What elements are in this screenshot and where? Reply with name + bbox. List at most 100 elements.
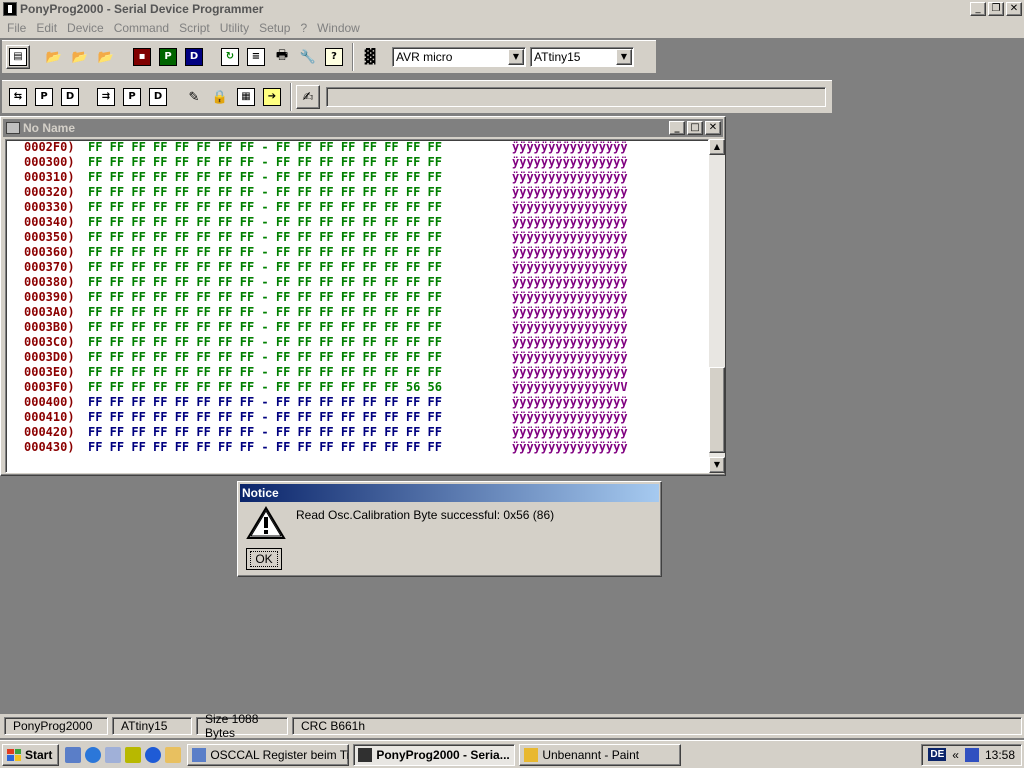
editor-maximize-button[interactable]: □ (687, 121, 703, 135)
hex-bytes[interactable]: FF FF FF FF FF FF FF FF - FF FF FF FF FF… (88, 275, 442, 290)
next-button[interactable]: ➔ (260, 85, 284, 109)
hex-bytes[interactable]: FF FF FF FF FF FF FF FF - FF FF FF FF FF… (88, 200, 442, 215)
hex-bytes[interactable]: FF FF FF FF FF FF FF FF - FF FF FF FF FF… (88, 215, 442, 230)
hex-row[interactable]: 000300) FF FF FF FF FF FF FF FF - FF FF F… (6, 155, 706, 170)
hex-view[interactable]: 0002F0) FF FF FF FF FF FF FF FF - FF FF F… (5, 139, 709, 473)
read-all-button[interactable]: ⇆ (6, 85, 30, 109)
reload-button[interactable]: ↻ (218, 45, 242, 69)
hex-row[interactable]: 0003F0) FF FF FF FF FF FF FF FF - FF FF F… (6, 380, 706, 395)
menu-script[interactable]: Script (174, 21, 215, 35)
hex-row[interactable]: 0002F0) FF FF FF FF FF FF FF FF - FF FF F… (6, 140, 706, 155)
save-button[interactable]: ▪ (130, 45, 154, 69)
hex-bytes[interactable]: FF FF FF FF FF FF FF FF - FF FF FF FF FF… (88, 425, 442, 440)
read-data-button[interactable]: D (58, 85, 82, 109)
internet-explorer-icon[interactable] (85, 746, 102, 763)
hex-row[interactable]: 0003B0) FF FF FF FF FF FF FF FF - FF FF F… (6, 320, 706, 335)
start-button[interactable]: Start (2, 743, 60, 766)
hex-bytes[interactable]: FF FF FF FF FF FF FF FF - FF FF FF FF FF… (88, 185, 442, 200)
hex-ascii[interactable]: ÿÿÿÿÿÿÿÿÿÿÿÿÿÿÿÿ (512, 395, 628, 410)
hex-row[interactable]: 0003E0) FF FF FF FF FF FF FF FF - FF FF F… (6, 365, 706, 380)
hex-bytes[interactable]: FF FF FF FF FF FF FF FF - FF FF FF FF FF… (88, 380, 442, 395)
restore-button[interactable]: ❐ (988, 2, 1004, 16)
hex-ascii[interactable]: ÿÿÿÿÿÿÿÿÿÿÿÿÿÿÿÿ (512, 155, 628, 170)
desktop-icon[interactable] (65, 746, 82, 763)
vertical-scrollbar[interactable]: ▲ ▼ (709, 139, 725, 473)
save-data-button[interactable]: D (182, 45, 206, 69)
hex-row[interactable]: 000390) FF FF FF FF FF FF FF FF - FF FF F… (6, 290, 706, 305)
hex-row[interactable]: 000350) FF FF FF FF FF FF FF FF - FF FF F… (6, 230, 706, 245)
hex-bytes[interactable]: FF FF FF FF FF FF FF FF - FF FF FF FF FF… (88, 245, 442, 260)
hex-bytes[interactable]: FF FF FF FF FF FF FF FF - FF FF FF FF FF… (88, 410, 442, 425)
save-program-button[interactable]: P (156, 45, 180, 69)
write-data-button[interactable]: D (146, 85, 170, 109)
hex-bytes[interactable]: FF FF FF FF FF FF FF FF - FF FF FF FF FF… (88, 230, 442, 245)
hex-bytes[interactable]: FF FF FF FF FF FF FF FF - FF FF FF FF FF… (88, 140, 442, 155)
open-window-button[interactable]: ▤ (6, 45, 30, 69)
device-type-select[interactable]: ATtiny15 ▼ (530, 47, 634, 67)
hex-ascii[interactable]: ÿÿÿÿÿÿÿÿÿÿÿÿÿÿÿÿ (512, 410, 628, 425)
folder-icon[interactable] (165, 746, 182, 763)
hex-ascii[interactable]: ÿÿÿÿÿÿÿÿÿÿÿÿÿÿÿÿ (512, 350, 628, 365)
hex-ascii[interactable]: ÿÿÿÿÿÿÿÿÿÿÿÿÿÿÿÿ (512, 305, 628, 320)
hex-bytes[interactable]: FF FF FF FF FF FF FF FF - FF FF FF FF FF… (88, 365, 442, 380)
hex-ascii[interactable]: ÿÿÿÿÿÿÿÿÿÿÿÿÿÿÿÿ (512, 185, 628, 200)
write-all-button[interactable]: ⇉ (94, 85, 118, 109)
script-edit-button[interactable]: ✍ (296, 85, 320, 109)
script-input[interactable] (326, 87, 826, 107)
hex-row[interactable]: 0003A0) FF FF FF FF FF FF FF FF - FF FF F… (6, 305, 706, 320)
notepad-icon[interactable] (105, 746, 122, 763)
hex-bytes[interactable]: FF FF FF FF FF FF FF FF - FF FF FF FF FF… (88, 320, 442, 335)
hex-ascii[interactable]: ÿÿÿÿÿÿÿÿÿÿÿÿÿÿÿÿ (512, 275, 628, 290)
setup-button[interactable]: 🔧 (296, 45, 320, 69)
task-button-ponyprog[interactable]: PonyProg2000 - Seria... (353, 743, 516, 766)
language-indicator[interactable]: DE (928, 748, 947, 761)
print-button[interactable]: 🖶 (270, 45, 294, 69)
hex-bytes[interactable]: FF FF FF FF FF FF FF FF - FF FF FF FF FF… (88, 260, 442, 275)
scroll-up-button[interactable]: ▲ (709, 139, 725, 155)
editor-close-button[interactable]: ✕ (705, 121, 721, 135)
menu-edit[interactable]: Edit (31, 21, 62, 35)
menu-device[interactable]: Device (62, 21, 109, 35)
help-button[interactable]: ? (322, 45, 346, 69)
chevron-down-icon[interactable]: ▼ (616, 49, 632, 65)
hex-ascii[interactable]: ÿÿÿÿÿÿÿÿÿÿÿÿÿÿÿÿ (512, 230, 628, 245)
tray-expand-icon[interactable]: « (952, 748, 959, 762)
hex-ascii[interactable]: ÿÿÿÿÿÿÿÿÿÿÿÿÿÿÿÿ (512, 170, 628, 185)
network-icon[interactable] (964, 747, 979, 762)
hex-bytes[interactable]: FF FF FF FF FF FF FF FF - FF FF FF FF FF… (88, 395, 442, 410)
app-title-bar[interactable]: PonyProg2000 - Serial Device Programmer … (0, 0, 1024, 18)
hex-bytes[interactable]: FF FF FF FF FF FF FF FF - FF FF FF FF FF… (88, 305, 442, 320)
open-file-button[interactable]: 📂 (42, 45, 66, 69)
hex-ascii[interactable]: ÿÿÿÿÿÿÿÿÿÿÿÿÿÿÿÿ (512, 215, 628, 230)
hex-row[interactable]: 000400) FF FF FF FF FF FF FF FF - FF FF F… (6, 395, 706, 410)
hex-ascii[interactable]: ÿÿÿÿÿÿÿÿÿÿÿÿÿÿÿÿ (512, 425, 628, 440)
open-program-button[interactable]: 📂 (68, 45, 92, 69)
chevron-down-icon[interactable]: ▼ (508, 49, 524, 65)
hex-row[interactable]: 000430) FF FF FF FF FF FF FF FF - FF FF F… (6, 440, 706, 455)
dialog-title[interactable]: Notice (240, 484, 659, 502)
hex-row[interactable]: 0003C0) FF FF FF FF FF FF FF FF - FF FF F… (6, 335, 706, 350)
editor-minimize-button[interactable]: _ (669, 121, 685, 135)
hex-ascii[interactable]: ÿÿÿÿÿÿÿÿÿÿÿÿÿÿÿÿ (512, 200, 628, 215)
hex-ascii[interactable]: ÿÿÿÿÿÿÿÿÿÿÿÿÿÿÿÿ (512, 320, 628, 335)
hex-row[interactable]: 000320) FF FF FF FF FF FF FF FF - FF FF F… (6, 185, 706, 200)
config-bits-button[interactable]: ▦ (234, 85, 258, 109)
hex-row[interactable]: 000410) FF FF FF FF FF FF FF FF - FF FF F… (6, 410, 706, 425)
edit-buffer-button[interactable]: ≡ (244, 45, 268, 69)
hex-row[interactable]: 000310) FF FF FF FF FF FF FF FF - FF FF F… (6, 170, 706, 185)
hex-bytes[interactable]: FF FF FF FF FF FF FF FF - FF FF FF FF FF… (88, 290, 442, 305)
erase-button[interactable]: ✎ (182, 85, 206, 109)
menu-setup[interactable]: Setup (254, 21, 295, 35)
hex-row[interactable]: 000340) FF FF FF FF FF FF FF FF - FF FF F… (6, 215, 706, 230)
hex-row[interactable]: 000380) FF FF FF FF FF FF FF FF - FF FF F… (6, 275, 706, 290)
media-icon[interactable] (125, 746, 142, 763)
hex-row[interactable]: 0003D0) FF FF FF FF FF FF FF FF - FF FF F… (6, 350, 706, 365)
task-button-paint[interactable]: Unbenannt - Paint (519, 743, 682, 766)
hex-ascii[interactable]: ÿÿÿÿÿÿÿÿÿÿÿÿÿÿÿÿ (512, 335, 628, 350)
hex-ascii[interactable]: ÿÿÿÿÿÿÿÿÿÿÿÿÿÿVV (512, 380, 628, 395)
write-program-button[interactable]: P (120, 85, 144, 109)
close-button[interactable]: ✕ (1006, 2, 1022, 16)
scroll-thumb[interactable] (709, 367, 725, 453)
open-data-button[interactable]: 📂 (94, 45, 118, 69)
hex-bytes[interactable]: FF FF FF FF FF FF FF FF - FF FF FF FF FF… (88, 335, 442, 350)
